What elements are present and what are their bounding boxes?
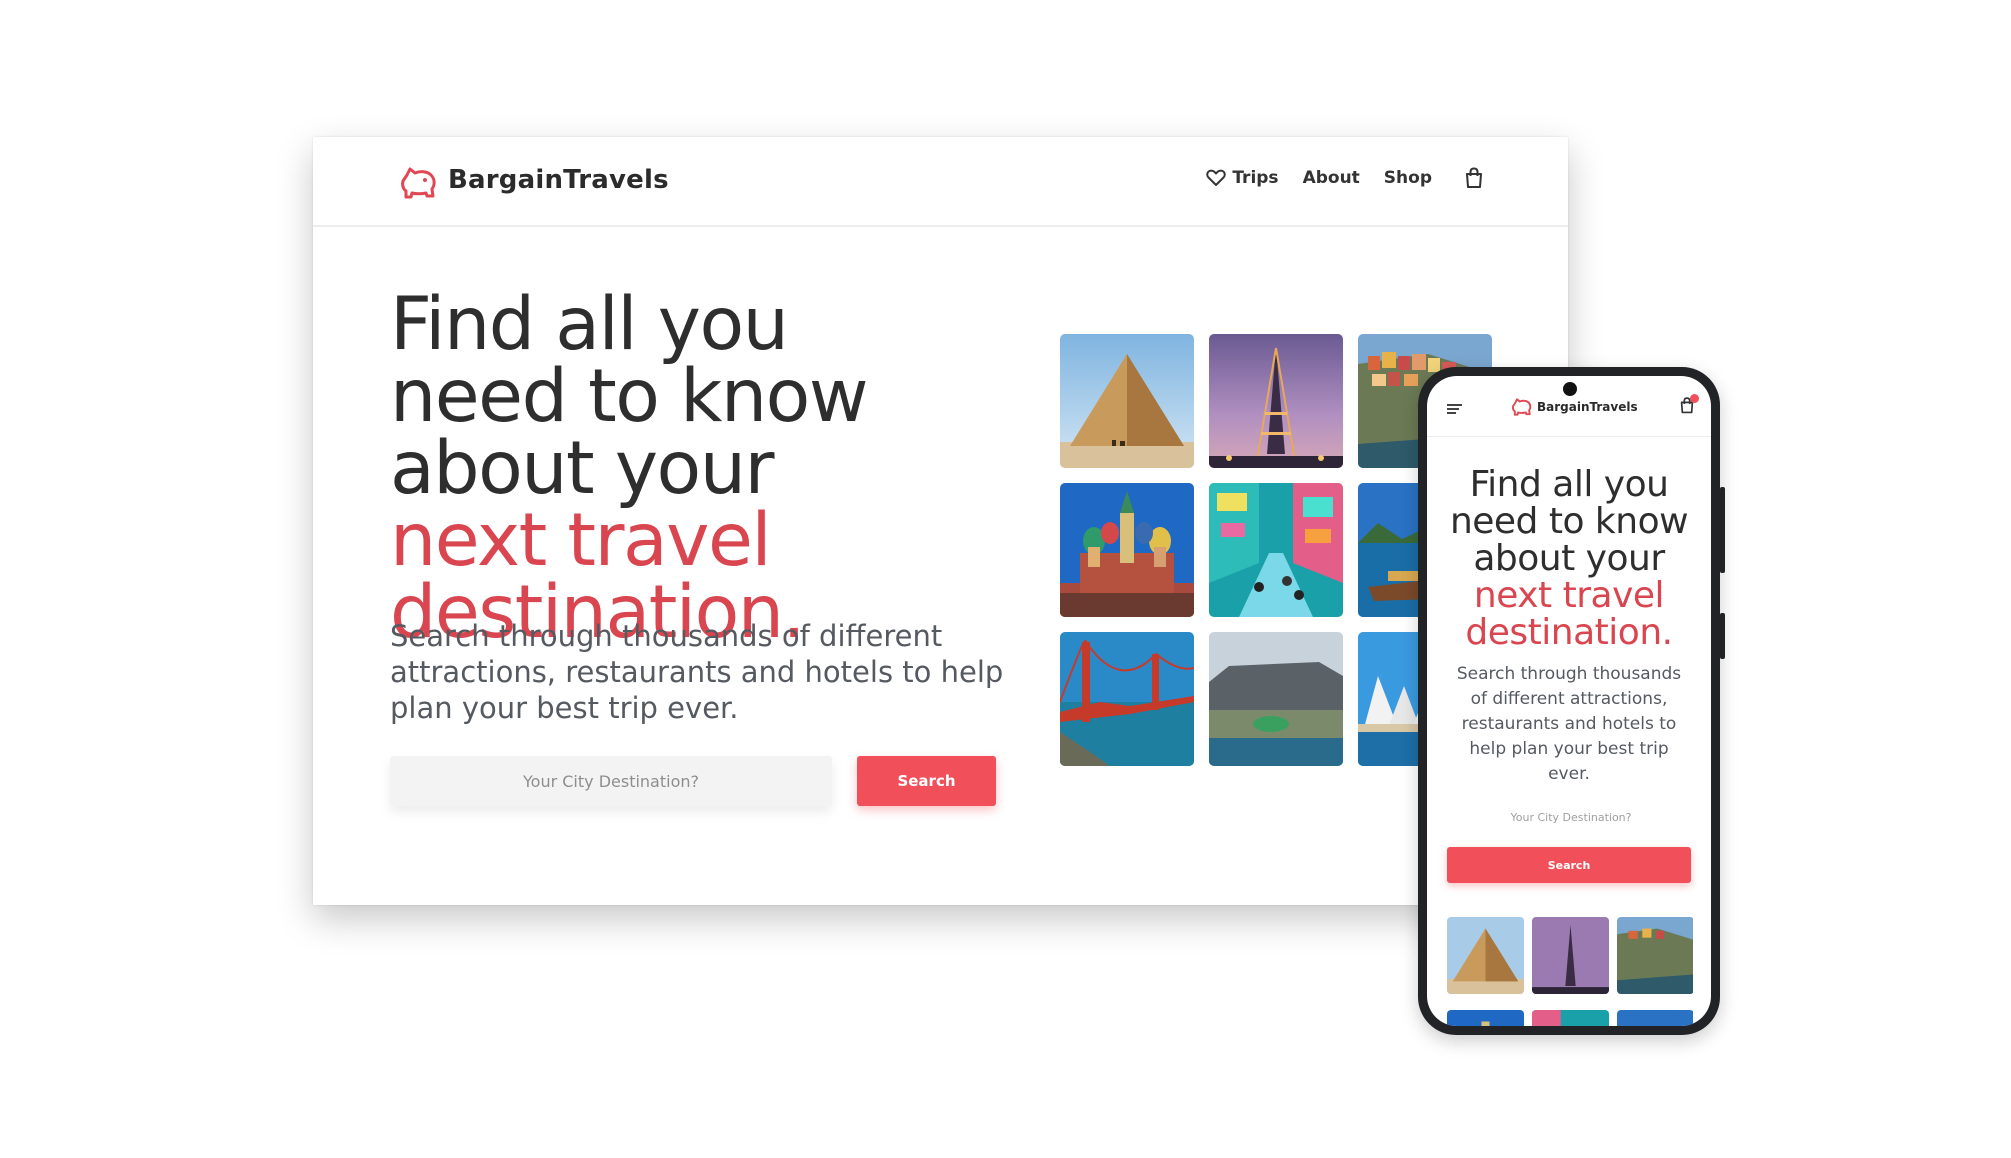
mobile-tile-cathedral[interactable] [1447, 1010, 1524, 1026]
desktop-browser-window: BargainTravels Trips About Shop Find all… [313, 137, 1568, 905]
mobile-tile-city-street[interactable] [1532, 1010, 1609, 1026]
pyramid-image [1060, 334, 1194, 468]
destination-tile-pyramid[interactable] [1060, 334, 1194, 468]
mobile-tile-bay[interactable] [1617, 1010, 1693, 1026]
search-button[interactable]: Search [857, 756, 996, 806]
mobile-hero-title: Find all you need to know about your nex… [1439, 466, 1699, 651]
mobile-tile-cinque-terre[interactable] [1617, 917, 1693, 994]
pyramid-image [1447, 917, 1524, 994]
destination-tile-bridge[interactable] [1060, 632, 1194, 766]
piggy-bank-icon[interactable] [1511, 396, 1533, 418]
mobile-hero-subtitle: Search through thousands of different at… [1456, 664, 1682, 784]
front-camera-icon [1563, 382, 1577, 396]
mobile-destination-gallery [1447, 917, 1693, 1026]
mobile-search-input[interactable] [1447, 799, 1695, 835]
nav-item-about[interactable]: About [1303, 168, 1360, 188]
piggy-bank-icon[interactable] [399, 163, 439, 203]
shopping-bag-icon[interactable] [1464, 167, 1484, 189]
nav-item-label: Trips [1232, 168, 1279, 188]
destination-tile-cathedral[interactable] [1060, 483, 1194, 617]
destination-tile-mountain-city[interactable] [1209, 632, 1343, 766]
city-street-image [1209, 483, 1343, 617]
destination-tile-city-street[interactable] [1209, 483, 1343, 617]
bridge-image [1060, 632, 1194, 766]
mobile-tile-eiffel[interactable] [1532, 917, 1609, 994]
hamburger-menu-icon[interactable] [1447, 403, 1463, 415]
mobile-hero-title-plain: Find all you need to know about your [1449, 464, 1689, 579]
bay-boat-image [1617, 1010, 1693, 1026]
brand-name[interactable]: BargainTravels [448, 165, 669, 195]
hero-subtitle: Search through thousands of different at… [390, 619, 1004, 725]
phone-side-button [1720, 613, 1725, 659]
nav-item-label: About [1302, 168, 1360, 188]
site-header: BargainTravels Trips About Shop [313, 137, 1568, 227]
mobile-phone-mockup: BargainTravels Find all you need to know… [1418, 367, 1725, 1035]
heart-icon [1206, 169, 1227, 186]
hero-title: Find all you need to know about your nex… [390, 288, 950, 649]
cliff-village-image [1617, 917, 1693, 994]
cathedral-image [1060, 483, 1194, 617]
mobile-hero-title-accent: next travel destination. [1465, 575, 1673, 653]
mountain-city-image [1209, 632, 1343, 766]
eiffel-tower-image [1209, 334, 1343, 468]
destination-tile-eiffel[interactable] [1209, 334, 1343, 468]
nav-item-trips[interactable]: Trips [1206, 168, 1279, 188]
cart-badge [1690, 394, 1699, 403]
main-nav: Trips About Shop [1182, 167, 1484, 189]
phone-side-button [1720, 487, 1725, 573]
mobile-brand-name[interactable]: BargainTravels [1537, 400, 1638, 414]
mobile-search-button[interactable]: Search [1447, 847, 1691, 883]
mobile-tile-pyramid[interactable] [1447, 917, 1524, 994]
city-street-image [1532, 1010, 1609, 1026]
eiffel-tower-image [1532, 917, 1609, 994]
cathedral-image [1447, 1010, 1524, 1026]
mobile-screen: BargainTravels Find all you need to know… [1427, 376, 1711, 1026]
search-input[interactable] [390, 756, 832, 806]
nav-item-shop[interactable]: Shop [1384, 168, 1432, 188]
nav-item-label: Shop [1383, 168, 1432, 188]
hero-title-plain: Find all you need to know about your [390, 282, 869, 511]
